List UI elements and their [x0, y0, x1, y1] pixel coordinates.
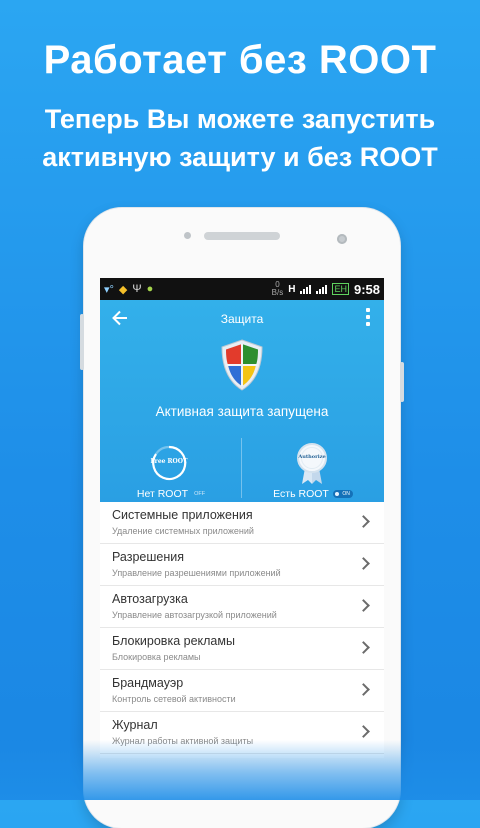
network-speed: 0 B/s: [271, 280, 284, 297]
list-item-system-apps[interactable]: Системные приложения Удаление системных …: [100, 502, 384, 544]
authorize-badge-text: Authorize: [298, 454, 326, 460]
chevron-right-icon: [357, 683, 370, 696]
android-debug-icon: ●: [146, 283, 154, 295]
list-item-ad-block[interactable]: Блокировка рекламы Блокировка рекламы: [100, 628, 384, 670]
clock: 9:58: [353, 281, 380, 297]
signal-2-icon: [316, 284, 328, 294]
chevron-right-icon: [357, 515, 370, 528]
root-label: Есть ROOT ON: [242, 488, 384, 500]
promo-subline-1: Теперь Вы можете запустить: [44, 104, 436, 134]
chevron-right-icon: [357, 725, 370, 738]
bottom-fade: [0, 740, 480, 800]
front-camera: [337, 234, 347, 244]
no-root-toggle-state[interactable]: OFF: [194, 491, 205, 497]
list-item-subtitle: Контроль сетевой активности: [112, 694, 236, 704]
network-type: H: [288, 283, 296, 295]
keyboard-language: EH: [332, 283, 349, 295]
chevron-right-icon: [357, 599, 370, 612]
list-item-title: Системные приложения: [112, 508, 253, 522]
list-item-title: Разрешения: [112, 550, 185, 564]
temperature-icon: ▾°: [104, 283, 114, 296]
volume-button: [80, 314, 84, 370]
promo-subline: Теперь Вы можете запустить активную защи…: [0, 100, 480, 176]
chevron-right-icon: [357, 641, 370, 654]
signal-icon: [300, 284, 312, 294]
list-item-subtitle: Удаление системных приложений: [112, 526, 254, 536]
feature-list: Системные приложения Удаление системных …: [100, 502, 384, 754]
overflow-menu-icon[interactable]: [366, 308, 370, 326]
list-item-subtitle: Блокировка рекламы: [112, 652, 201, 662]
list-item-title: Автозагрузка: [112, 592, 188, 606]
sensor-dot: [184, 232, 191, 239]
status-bar: ▾° ◆ Ψ ● 0 B/s H EH 9:58: [100, 278, 384, 300]
root-authorize-badge-icon: [297, 443, 327, 484]
list-item-firewall[interactable]: Брандмауэр Контроль сетевой активности: [100, 670, 384, 712]
list-item-title: Блокировка рекламы: [112, 634, 235, 648]
phone-screen: ▾° ◆ Ψ ● 0 B/s H EH 9:58 Защита Активная…: [100, 278, 384, 758]
list-item-permissions[interactable]: Разрешения Управление разрешениями прило…: [100, 544, 384, 586]
list-item-title: Брандмауэр: [112, 676, 184, 690]
protection-status: Активная защита запущена: [155, 404, 329, 419]
list-item-subtitle: Управление разрешениями приложений: [112, 568, 281, 578]
usb-icon: Ψ: [132, 283, 142, 295]
protection-header: Защита Активная защита запущена Free ROO…: [100, 300, 384, 502]
no-root-label: Нет ROOT OFF: [136, 488, 206, 500]
phone-frame: ▾° ◆ Ψ ● 0 B/s H EH 9:58 Защита Активная…: [80, 208, 404, 828]
promo-headline: Работает без ROOT: [43, 38, 437, 82]
chevron-right-icon: [357, 557, 370, 570]
list-item-title: Журнал: [112, 718, 158, 732]
mode-no-root[interactable]: Free ROOT Нет ROOT OFF: [100, 440, 242, 502]
shield-icon: [221, 339, 263, 391]
power-button: [400, 362, 404, 402]
mode-root[interactable]: Authorize Есть ROOT ON: [242, 440, 384, 502]
phone-speaker: [204, 232, 280, 240]
list-item-subtitle: Управление автозагрузкой приложений: [112, 610, 277, 620]
free-root-badge-text: Free ROOT: [150, 458, 188, 465]
security-notification-icon: ◆: [118, 283, 128, 296]
promo-subline-2: активную защиту и без ROOT: [42, 142, 438, 172]
root-toggle[interactable]: ON: [332, 490, 353, 499]
screen-title: Защита: [220, 312, 264, 326]
list-item-autostart[interactable]: Автозагрузка Управление автозагрузкой пр…: [100, 586, 384, 628]
